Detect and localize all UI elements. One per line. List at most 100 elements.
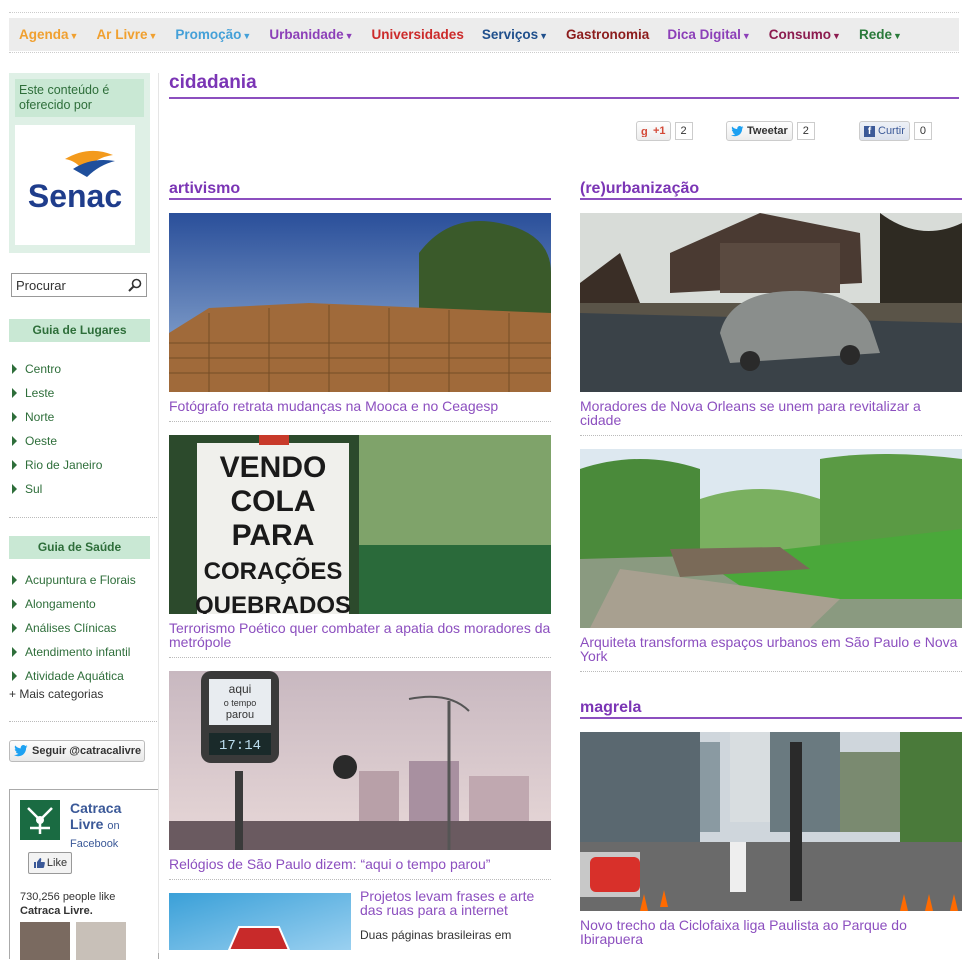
guide-list-item[interactable]: Oeste bbox=[12, 429, 102, 453]
fb-share-count: 0 bbox=[913, 122, 932, 140]
fb-count-text: 730,256 people like bbox=[20, 891, 116, 903]
article-thumbnail[interactable] bbox=[169, 213, 551, 392]
article-title[interactable]: Moradores de Nova Orleans se unem para r… bbox=[580, 399, 962, 427]
fb-like-share-button[interactable]: f Curtir bbox=[859, 121, 910, 141]
triangle-right-icon bbox=[12, 599, 17, 609]
guide-places-header[interactable]: Guia de Lugares bbox=[9, 319, 150, 342]
tweet-label: Tweetar bbox=[747, 125, 788, 137]
guide-places-list: Centro Leste Norte Oeste Rio de Janeiro Sul bbox=[12, 357, 102, 501]
nav-item-urbanidade[interactable]: Urbanidade▼ bbox=[269, 27, 353, 42]
nav-item-universidades[interactable]: Universidades bbox=[372, 27, 464, 42]
article-title[interactable]: Fotógrafo retrata mudanças na Mooca e no… bbox=[169, 399, 551, 413]
triangle-right-icon bbox=[12, 460, 17, 470]
more-categories-link[interactable]: + Mais categorias bbox=[9, 687, 103, 701]
guide-list-item-label: Acupuntura e Florais bbox=[25, 573, 136, 587]
article-thumbnail[interactable] bbox=[169, 893, 351, 950]
fan-avatar[interactable] bbox=[20, 922, 70, 960]
article-title[interactable]: Arquiteta transforma espaços urbanos em … bbox=[580, 635, 962, 663]
guide-list-item[interactable]: Atividade Aquática bbox=[12, 664, 136, 688]
search-input[interactable]: Procurar bbox=[11, 273, 147, 297]
fb-on-text: on bbox=[107, 820, 120, 832]
guide-health-list: Acupuntura e Florais Alongamento Análises … bbox=[12, 568, 136, 688]
sign-text-line: CORAÇÕES bbox=[204, 557, 343, 585]
article-title[interactable]: Novo trecho da Ciclofaixa liga Paulista … bbox=[580, 918, 962, 946]
nav-item-label: Gastronomia bbox=[566, 27, 650, 42]
gplus-share: g +1 2 bbox=[636, 121, 693, 141]
search-icon[interactable] bbox=[128, 278, 142, 292]
fan-avatar[interactable] bbox=[76, 922, 126, 960]
triangle-right-icon bbox=[12, 623, 17, 633]
section-title-reurbanizacao[interactable]: (re)urbanização bbox=[580, 180, 699, 198]
article-title[interactable]: Projetos levam frases e arte das ruas pa… bbox=[360, 889, 540, 917]
gplus-count: 2 bbox=[674, 122, 693, 140]
page-title: cidadania bbox=[169, 72, 257, 93]
guide-list-item-label: Leste bbox=[25, 386, 55, 400]
guide-list-item[interactable]: Leste bbox=[12, 381, 102, 405]
nav-item-gastronomia[interactable]: Gastronomia bbox=[566, 27, 649, 42]
guide-list-item[interactable]: Análises Clínicas bbox=[12, 616, 136, 640]
divider bbox=[9, 721, 159, 722]
guide-list-item-label: Centro bbox=[25, 362, 62, 376]
facebook-icon: f bbox=[864, 125, 875, 137]
article-thumbnail[interactable] bbox=[580, 449, 962, 628]
nav-item-label: Serviços bbox=[481, 27, 539, 42]
senac-logo[interactable]: Senac bbox=[15, 125, 135, 245]
nav-item-ar-livre[interactable]: Ar Livre▼ bbox=[96, 27, 157, 42]
nav-item-agenda[interactable]: Agenda▼ bbox=[19, 27, 78, 42]
chevron-down-icon: ▼ bbox=[892, 31, 902, 41]
article-thumbnail[interactable] bbox=[580, 213, 962, 392]
article-title[interactable]: Relógios de São Paulo dizem: “aqui o tem… bbox=[169, 857, 551, 871]
facebook-page-title[interactable]: Catraca Livre on Facebook bbox=[70, 800, 150, 852]
facebook-like-count: 730,256 people like Catraca Livre. bbox=[20, 890, 115, 918]
triangle-right-icon bbox=[12, 484, 17, 494]
guide-list-item-label: Oeste bbox=[25, 434, 58, 448]
article-thumbnail[interactable]: VENDO COLA PARA CORAÇÕES QUEBRADOS bbox=[169, 435, 551, 614]
nav-bar: Agenda▼ Ar Livre▼ Promoção▼ Urbanidade▼ Univ… bbox=[9, 18, 959, 51]
guide-list-item[interactable]: Rio de Janeiro bbox=[12, 453, 102, 477]
triangle-right-icon bbox=[12, 364, 17, 374]
facebook-share: f Curtir 0 bbox=[859, 121, 932, 141]
nav-item-label: Ar Livre bbox=[96, 27, 148, 42]
sign-text-line: COLA bbox=[231, 485, 316, 518]
sidebar-divider bbox=[158, 73, 159, 953]
gplus-label: +1 bbox=[653, 125, 666, 137]
facebook-like-button[interactable]: Like bbox=[28, 852, 72, 874]
nav-item-label: Universidades bbox=[371, 27, 464, 42]
nav-item-promo-o[interactable]: Promoção▼ bbox=[175, 27, 251, 42]
clock-text: aqui bbox=[229, 682, 252, 696]
guide-list-item[interactable]: Atendimento infantil bbox=[12, 640, 136, 664]
article-thumbnail[interactable]: aqui o tempo parou 17:14 bbox=[169, 671, 551, 850]
chevron-down-icon: ▼ bbox=[148, 31, 158, 41]
fb-like-label: Like bbox=[46, 857, 68, 869]
nav-item-dica-digital[interactable]: Dica Digital▼ bbox=[667, 27, 750, 42]
fb-count-page: Catraca Livre. bbox=[20, 905, 93, 917]
nav-item-label: Promoção bbox=[175, 27, 242, 42]
triangle-right-icon bbox=[12, 388, 17, 398]
thumbs-up-icon bbox=[33, 858, 45, 868]
nav-item-consumo[interactable]: Consumo▼ bbox=[769, 27, 841, 42]
chevron-down-icon: ▼ bbox=[242, 31, 252, 41]
guide-list-item[interactable]: Norte bbox=[12, 405, 102, 429]
section-title-magrela[interactable]: magrela bbox=[580, 699, 641, 717]
top-navigation: Agenda▼ Ar Livre▼ Promoção▼ Urbanidade▼ Univ… bbox=[9, 12, 959, 53]
catraca-logo[interactable] bbox=[20, 800, 60, 840]
article-thumbnail[interactable] bbox=[580, 732, 962, 911]
nav-item-servi-os[interactable]: Serviços▼ bbox=[482, 27, 548, 42]
guide-list-item-label: Atividade Aquática bbox=[25, 669, 124, 683]
section-title-artivismo[interactable]: artivismo bbox=[169, 180, 240, 198]
follow-twitter-button[interactable]: Seguir @catracalivre bbox=[9, 740, 145, 762]
article-title[interactable]: Terrorismo Poético quer combater a apati… bbox=[169, 621, 551, 649]
guide-list-item[interactable]: Acupuntura e Florais bbox=[12, 568, 136, 592]
divider bbox=[580, 671, 962, 672]
guide-list-item[interactable]: Sul bbox=[12, 477, 102, 501]
gplus-button[interactable]: g +1 bbox=[636, 121, 671, 141]
nav-item-label: Consumo bbox=[768, 27, 832, 42]
sponsor-box: Este conteúdo é oferecido por Senac bbox=[9, 73, 150, 253]
nav-item-rede[interactable]: Rede▼ bbox=[859, 27, 902, 42]
chevron-down-icon: ▼ bbox=[741, 31, 751, 41]
guide-list-item[interactable]: Centro bbox=[12, 357, 102, 381]
tweet-button[interactable]: Tweetar bbox=[726, 121, 793, 141]
guide-list-item[interactable]: Alongamento bbox=[12, 592, 136, 616]
tweet-count: 2 bbox=[796, 122, 815, 140]
guide-health-header[interactable]: Guia de Saúde bbox=[9, 536, 150, 559]
